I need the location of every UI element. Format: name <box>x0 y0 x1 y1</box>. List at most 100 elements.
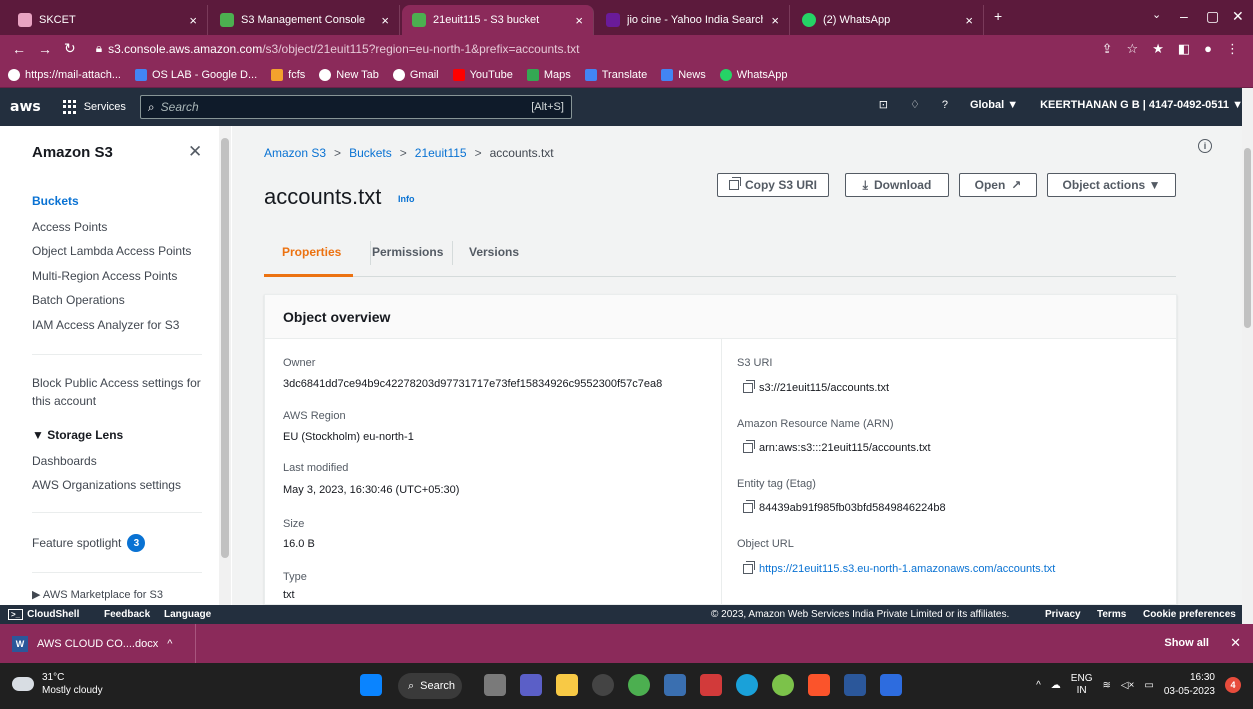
windows-start-icon[interactable] <box>360 674 382 696</box>
search-input[interactable]: ⌕ Search [Alt+S] <box>139 95 572 119</box>
bookmark-item[interactable]: OS LAB - Google D... <box>134 68 257 81</box>
sidepanel-icon[interactable]: ◧ <box>1178 41 1190 57</box>
share-icon[interactable]: ⇪ <box>1102 41 1113 57</box>
task-view-icon[interactable] <box>484 674 506 696</box>
sidebar-item-marketplace[interactable]: ▶ AWS Marketplace for S3 <box>32 588 163 601</box>
services-menu-button[interactable]: Services <box>62 100 126 114</box>
dell-icon[interactable] <box>592 674 614 696</box>
sidebar-item-feature-spotlight[interactable]: Feature spotlight 3 <box>32 534 146 552</box>
close-icon[interactable]: × <box>771 13 779 28</box>
arn-value[interactable]: arn:aws:s3:::21euit115/accounts.txt <box>743 440 931 454</box>
copy-icon[interactable] <box>743 380 755 393</box>
chevron-up-icon[interactable]: ^ <box>167 638 172 650</box>
close-icon[interactable]: ✕ <box>188 142 202 162</box>
tab-search-icon[interactable]: ⌄ <box>1152 8 1161 21</box>
brave-icon[interactable] <box>808 674 830 696</box>
chrome-icon[interactable] <box>628 674 650 696</box>
taskbar-search[interactable]: ⌕ Search <box>398 673 462 699</box>
download-item[interactable]: W AWS CLOUD CO....docx ^ <box>0 624 196 663</box>
privacy-link[interactable]: Privacy <box>1045 609 1081 620</box>
wifi-icon[interactable]: ≋ <box>1102 680 1110 691</box>
tab-versions[interactable]: Versions <box>469 245 519 259</box>
file-explorer-icon[interactable] <box>556 674 578 696</box>
close-icon[interactable]: × <box>965 13 973 28</box>
s3-uri-value[interactable]: s3://21euit115/accounts.txt <box>743 380 889 394</box>
browser-tab-yahoo[interactable]: jio cine - Yahoo India Search Res × <box>596 5 790 35</box>
cookie-preferences-link[interactable]: Cookie preferences <box>1143 609 1236 620</box>
bookmark-item[interactable]: News <box>661 68 706 81</box>
sidebar-item-iam-analyzer[interactable]: IAM Access Analyzer for S3 <box>32 318 179 332</box>
close-icon[interactable]: × <box>189 13 197 28</box>
terms-link[interactable]: Terms <box>1097 609 1126 620</box>
breadcrumb-bucket[interactable]: 21euit115 <box>415 146 467 160</box>
new-tab-icon[interactable]: + <box>994 8 1002 24</box>
scrollbar-thumb[interactable] <box>1244 148 1251 328</box>
word-icon[interactable] <box>844 674 866 696</box>
feedback-link[interactable]: Feedback <box>104 609 150 620</box>
reload-icon[interactable]: ↻ <box>64 40 76 57</box>
cloudshell-button[interactable]: >_ CloudShell <box>8 609 79 620</box>
tab-properties[interactable]: Properties <box>282 245 341 259</box>
aws-logo[interactable]: aws <box>10 99 41 115</box>
show-all-button[interactable]: Show all <box>1164 637 1209 649</box>
menu-kebab-icon[interactable]: ⋮ <box>1226 41 1239 57</box>
sidebar-item-batch-operations[interactable]: Batch Operations <box>32 293 125 307</box>
window-close-icon[interactable]: ✕ <box>1232 8 1244 25</box>
sidebar-item-object-lambda[interactable]: Object Lambda Access Points <box>32 244 191 258</box>
cloudshell-icon[interactable]: ⊡ <box>879 98 888 111</box>
help-icon[interactable]: ? <box>942 99 948 111</box>
extensions-icon[interactable]: ★ <box>1152 41 1164 57</box>
sidebar-item-access-points[interactable]: Access Points <box>32 220 107 234</box>
notepad-icon[interactable] <box>880 674 902 696</box>
copy-icon[interactable] <box>743 500 755 513</box>
sidebar-section-storage-lens[interactable]: ▼ Storage Lens <box>32 428 123 442</box>
tab-permissions[interactable]: Permissions <box>372 245 443 259</box>
copy-icon[interactable] <box>743 440 755 453</box>
mcafee-icon[interactable] <box>700 674 722 696</box>
language-indicator[interactable]: ENG IN <box>1071 673 1093 697</box>
bookmark-item[interactable]: New Tab <box>319 68 379 81</box>
browser-tab-skcet[interactable]: SKCET × <box>8 5 208 35</box>
bookmark-item[interactable]: Maps <box>526 68 571 81</box>
info-icon[interactable]: i <box>1198 139 1212 153</box>
clock[interactable]: 16:30 03-05-2023 <box>1164 671 1215 699</box>
browser-tab-whatsapp[interactable]: (2) WhatsApp × <box>792 5 984 35</box>
bookmark-item[interactable]: https://mail-attach... <box>8 68 121 81</box>
scrollbar-thumb[interactable] <box>221 138 229 558</box>
region-selector[interactable]: Global ▼ <box>970 99 1018 111</box>
microsoft-store-icon[interactable] <box>664 674 686 696</box>
minimize-icon[interactable]: – <box>1180 8 1188 24</box>
bookmark-item[interactable]: Translate <box>584 68 647 81</box>
object-url-value[interactable]: https://21euit115.s3.eu-north-1.amazonaw… <box>743 561 1055 575</box>
browser-tab-s3-console[interactable]: S3 Management Console × <box>210 5 400 35</box>
etag-value[interactable]: 84439ab91f985fb03bfd5849846224b8 <box>743 500 946 514</box>
weather-widget[interactable]: 31°C Mostly cloudy <box>12 671 103 697</box>
notifications-bell-icon[interactable]: ♢ <box>910 98 920 111</box>
notification-badge[interactable]: 4 <box>1225 677 1241 693</box>
back-icon[interactable]: ← <box>12 41 26 57</box>
browser-tab-s3-bucket[interactable]: 21euit115 - S3 bucket × <box>402 5 594 35</box>
copy-icon[interactable] <box>743 561 755 574</box>
close-icon[interactable]: × <box>575 13 583 28</box>
battery-icon[interactable]: ▭ <box>1144 680 1153 691</box>
breadcrumb-buckets[interactable]: Buckets <box>349 146 392 160</box>
bookmark-item[interactable]: WhatsApp <box>719 68 787 81</box>
cloud-icon[interactable]: ☁ <box>1051 680 1061 691</box>
edge-icon[interactable] <box>736 674 758 696</box>
close-icon[interactable]: ✕ <box>1230 635 1241 651</box>
copy-s3-uri-button[interactable]: Copy S3 URI <box>717 173 829 197</box>
bookmark-star-icon[interactable]: ☆ <box>1127 41 1139 57</box>
account-menu[interactable]: KEERTHANAN G B | 4147-0492-0511 ▼ <box>1040 99 1243 111</box>
open-button[interactable]: Open ↗ <box>959 173 1037 197</box>
download-button[interactable]: ⤓ Download <box>845 173 949 197</box>
chevron-up-icon[interactable]: ^ <box>1036 680 1041 691</box>
bookmark-item[interactable]: YouTube <box>452 68 513 81</box>
object-url-link[interactable]: https://21euit115.s3.eu-north-1.amazonaw… <box>759 563 1055 575</box>
maximize-icon[interactable]: ▢ <box>1206 8 1219 25</box>
profile-avatar-icon[interactable]: ● <box>1204 41 1212 57</box>
close-icon[interactable]: × <box>381 13 389 28</box>
object-actions-button[interactable]: Object actions ▼ <box>1047 173 1176 197</box>
bookmark-item[interactable]: fcfs <box>271 68 305 81</box>
sidebar-scrollbar[interactable] <box>219 126 231 605</box>
sidebar-item-org-settings[interactable]: AWS Organizations settings <box>32 478 181 492</box>
